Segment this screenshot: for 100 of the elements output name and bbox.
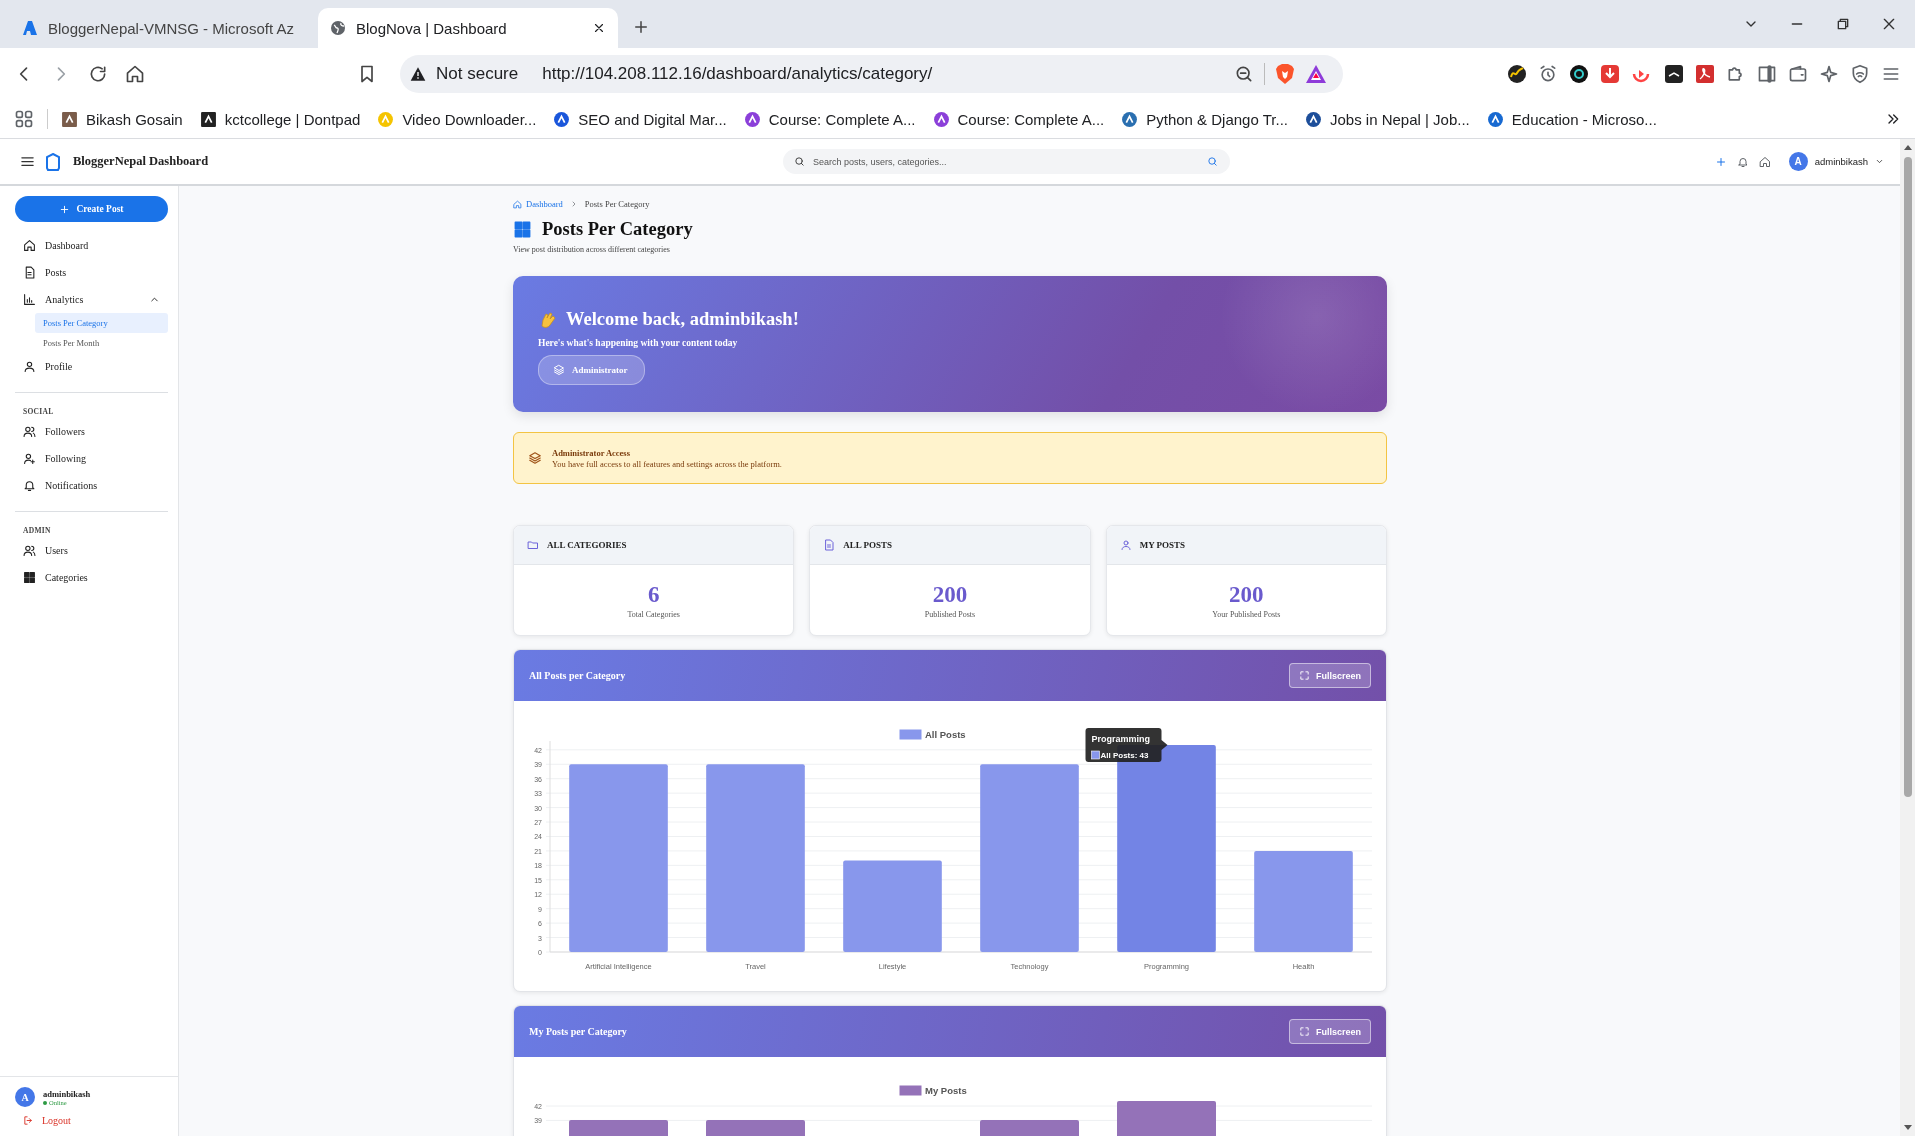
avatar: A [1788,152,1808,171]
search-field[interactable]: Search posts, users, categories... [782,149,1230,174]
nav-item[interactable]: Posts [15,259,168,286]
bookmark[interactable]: Video Downloader... [377,110,537,128]
bookmark[interactable]: Python & Django Tr... [1121,110,1288,128]
site-icon [743,110,761,128]
nav-item[interactable]: Analytics [15,286,168,313]
stat-value: 6 [647,581,660,608]
nav-item[interactable]: Followers [15,418,168,445]
expand-icon [1298,670,1310,681]
shield-icon[interactable] [1850,64,1870,84]
home-icon[interactable] [125,64,145,84]
extension-icon[interactable] [1569,64,1589,84]
security-label: Not secure [436,64,519,84]
nav-item[interactable]: Profile [15,353,168,380]
site-icon [932,110,950,128]
extension-icon[interactable] [1507,64,1527,84]
fullscreen-button[interactable]: Fullscreen [1288,663,1371,688]
grid-icon [513,220,532,239]
welcome-title: Welcome back, adminbikash! [566,309,799,330]
fullscreen-button[interactable]: Fullscreen [1288,1019,1371,1044]
nav-item[interactable]: Dashboard [15,232,168,259]
bookmark[interactable]: Course: Complete A... [932,110,1105,128]
alarm-clock-icon[interactable] [1538,64,1558,84]
close-icon[interactable] [592,21,606,35]
globe-icon [330,20,346,36]
chart-legend: All Posts [899,729,966,740]
site-icon [553,110,571,128]
bookmark[interactable]: SEO and Digital Mar... [553,110,727,128]
chart-title: My Posts per Category [529,1026,627,1037]
bookmark[interactable]: Course: Complete A... [743,110,916,128]
browser-tab[interactable]: BloggerNepal-VMNSG - Microsoft Az [10,8,310,48]
nav-item[interactable]: Users [15,537,168,564]
address-bar[interactable]: Not secure http://104.208.112.16/dashboard/analytics/category/ [400,55,1343,93]
alert-text: You have full access to all features and settings across the platform. [552,458,782,469]
stat-caption: Published Posts [924,609,976,619]
alert-title: Administrator Access [552,447,631,458]
nav-subitem[interactable]: Posts Per Month [35,333,168,353]
stat-label: ALL CATEGORIES [547,540,627,550]
scrollbar[interactable] [1900,139,1915,1136]
people-icon [23,425,36,438]
scroll-up-icon[interactable] [1902,143,1913,151]
extension-icon[interactable] [1664,64,1684,84]
breadcrumb-link[interactable]: Dashboard [513,199,563,209]
person-plus-icon [23,452,36,465]
site-icon [1121,110,1139,128]
home-icon [513,199,522,209]
person-icon [1119,539,1132,551]
document-icon [823,539,836,551]
site-icon [377,110,395,128]
url-text: http://104.208.112.16/dashboard/analytics/category/ [542,64,933,84]
stat-caption: Total Categories [627,609,680,619]
browser-tab[interactable]: BlogNova | Dashboard [318,8,618,48]
legend-label: All Posts [925,729,966,740]
bell-icon[interactable] [1736,155,1749,168]
user-menu[interactable]: A adminbikash [1788,152,1884,171]
apps-grid-icon[interactable] [14,109,34,129]
zoom-out-icon[interactable] [1234,64,1254,84]
page-subtitle: View post distribution across different categories [513,245,671,254]
menu-icon[interactable] [20,154,35,169]
bookmark[interactable]: Jobs in Nepal | Job... [1305,110,1470,128]
add-tab-icon[interactable] [632,18,650,36]
wallet-icon[interactable] [1788,64,1808,84]
lion-shield-icon[interactable] [1275,63,1295,85]
document-icon [23,266,36,279]
home-icon[interactable] [1758,155,1771,168]
plus-icon [59,203,71,215]
sparkle-icon[interactable] [1819,64,1839,84]
folder-icon [527,539,539,551]
download-icon[interactable] [1600,64,1620,84]
nav-item[interactable]: Notifications [15,472,168,499]
triangle-icon[interactable] [1305,64,1327,84]
nav-item[interactable]: Categories [15,564,168,591]
create-post-button[interactable]: Create Post [15,196,168,222]
reload-icon[interactable] [88,64,108,84]
close-icon[interactable] [1881,16,1897,32]
nav-item[interactable]: Following [15,445,168,472]
expand-icon [1298,1026,1310,1037]
layers-icon [553,364,565,376]
shield-logo-icon [45,152,61,171]
chart-title: All Posts per Category [529,670,626,681]
sidebar-icon[interactable] [1757,64,1777,84]
breadcrumb-current: Posts Per Category [584,199,650,209]
logout-link[interactable]: Logout [23,1115,163,1126]
scroll-down-icon[interactable] [1902,1124,1913,1132]
bookmark[interactable]: kctcollege | Dontpad [199,110,361,128]
bookmark[interactable]: Education - Microso... [1486,110,1657,128]
stat-label: ALL POSTS [843,540,893,550]
search-icon[interactable] [1206,156,1218,167]
stat-label: MY POSTS [1139,540,1186,550]
people-icon [23,544,36,557]
grid-icon [23,571,36,584]
brand-name: BloggerNepal Dashboard [73,154,209,169]
nav-subitem[interactable]: Posts Per Category [35,313,168,333]
person-icon [23,360,36,373]
user-name: adminbikash [43,1088,91,1099]
bookmark[interactable]: Bikash Gosain [61,110,183,128]
restore-icon[interactable] [1835,16,1851,32]
pdf-icon[interactable] [1695,64,1715,84]
add-icon[interactable] [1714,155,1727,168]
